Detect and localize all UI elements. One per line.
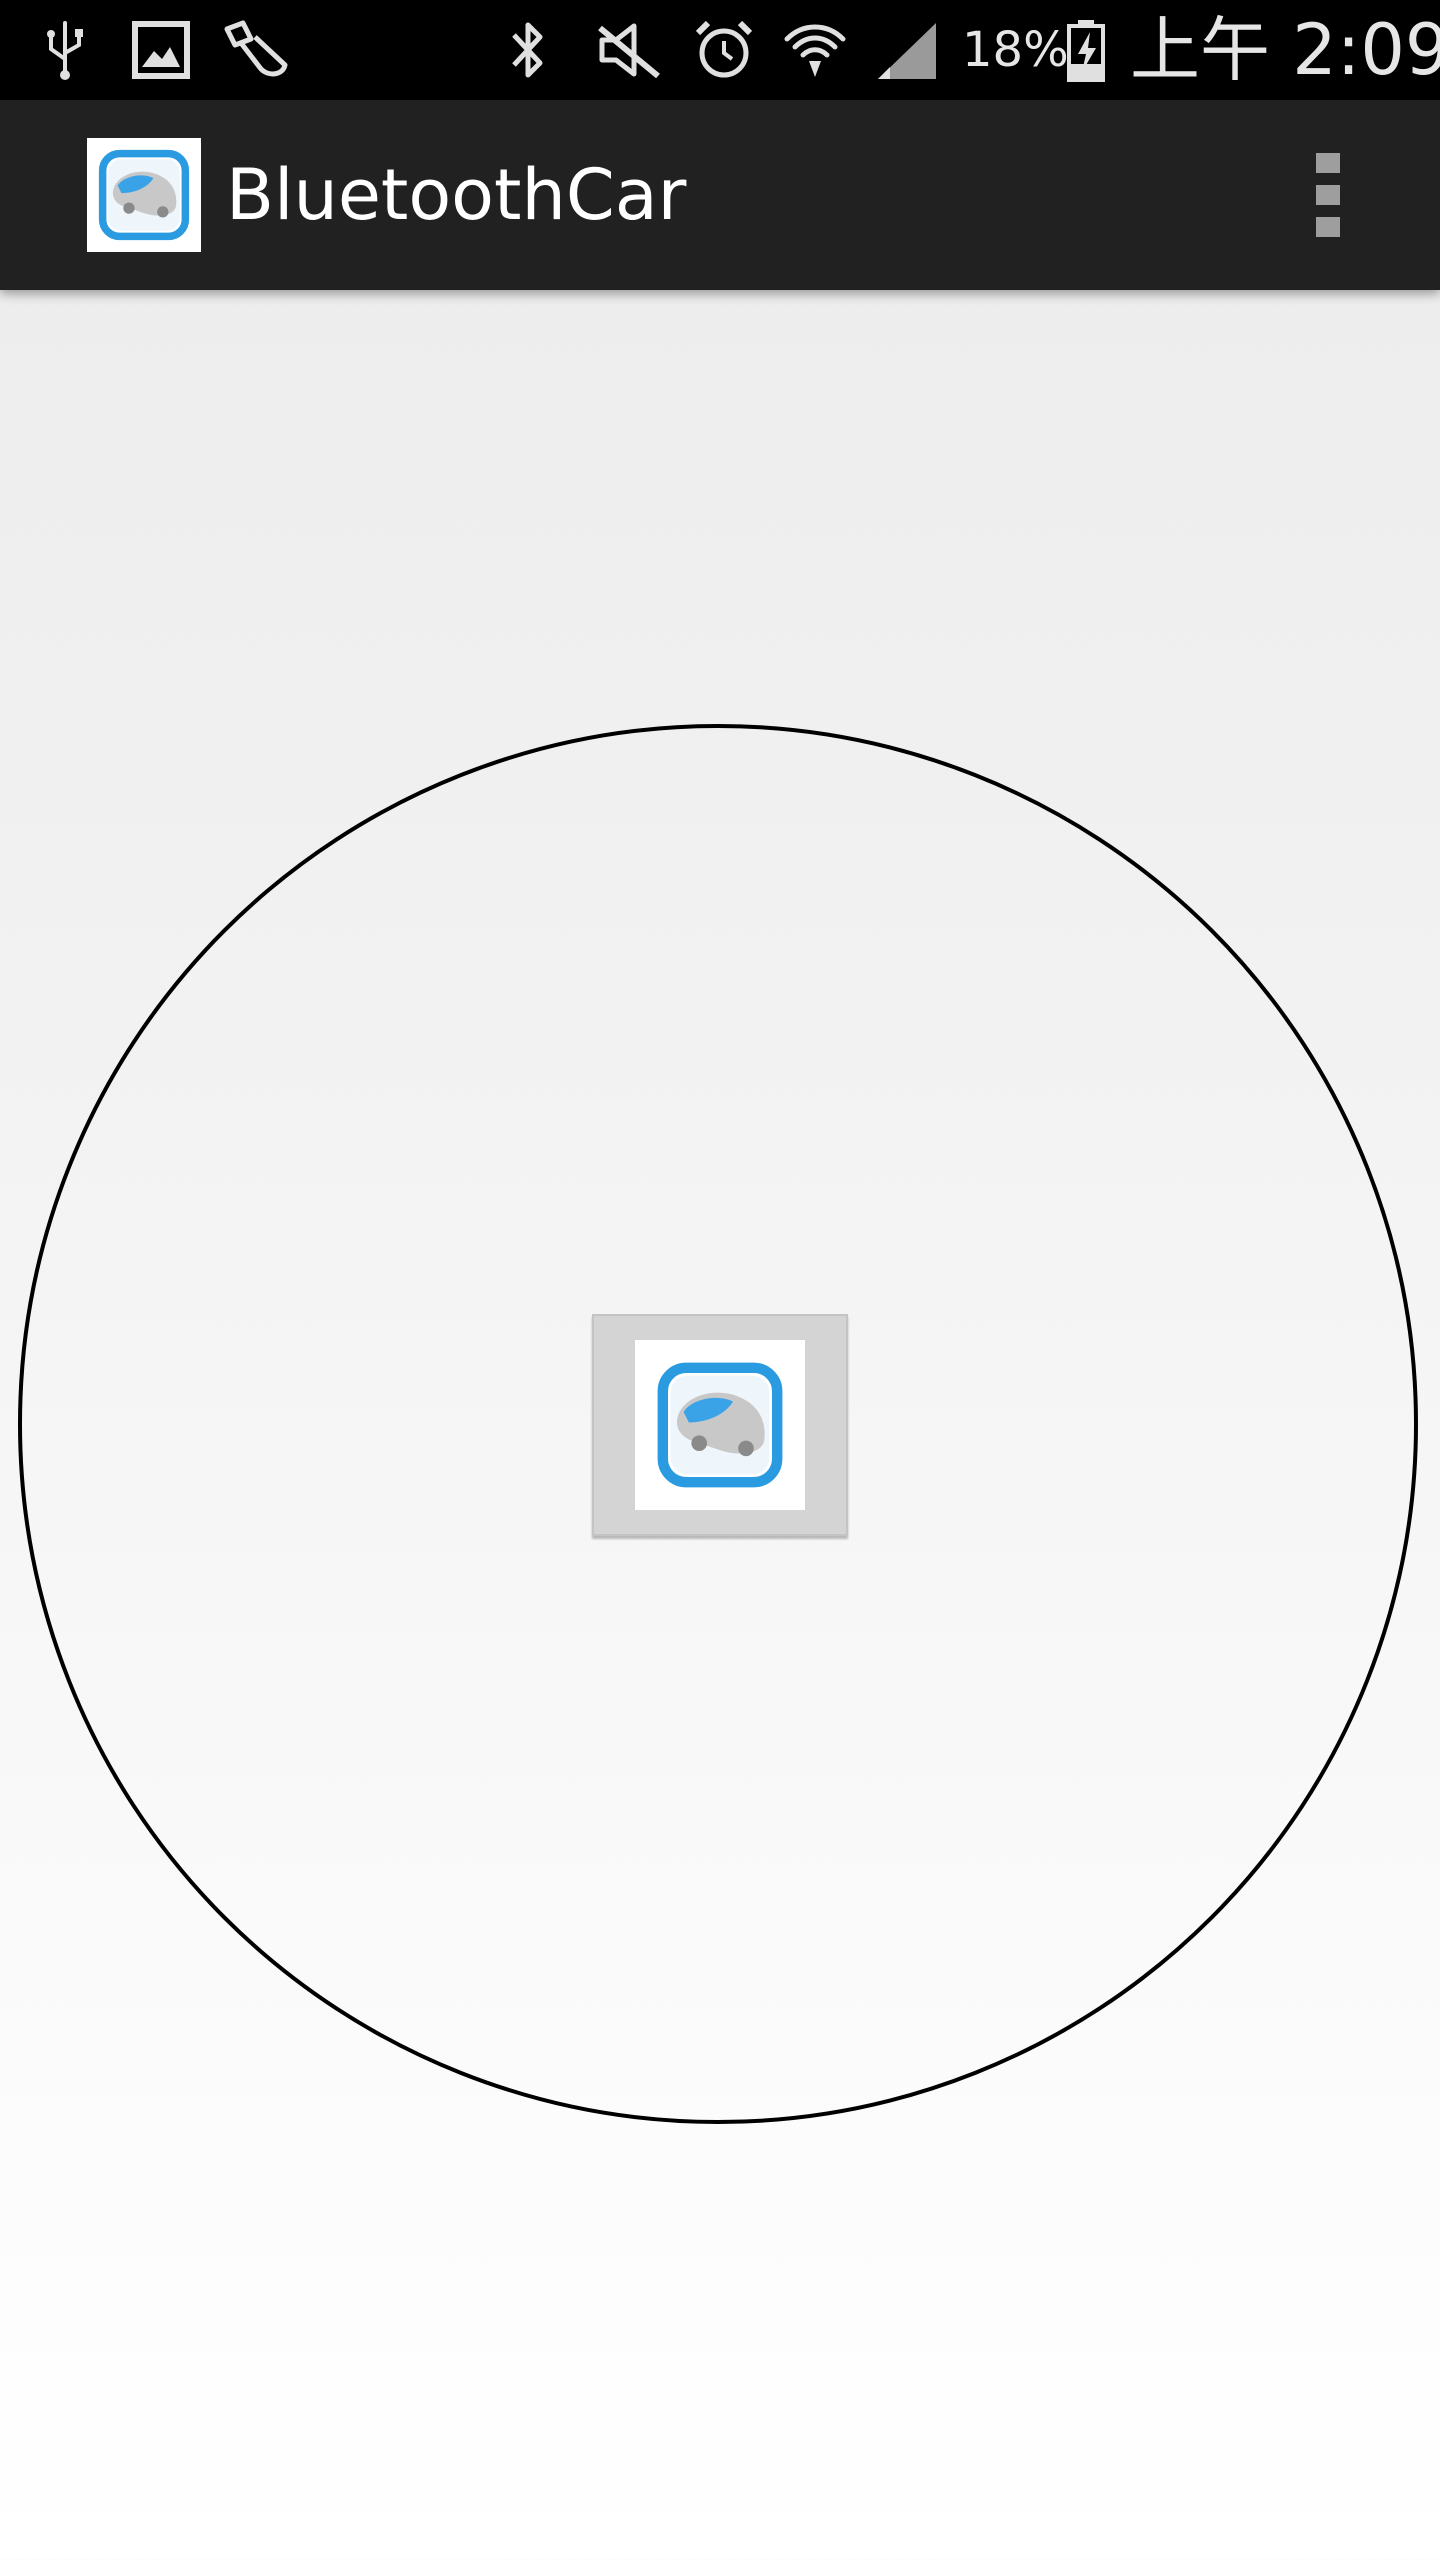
overflow-dot: [1316, 185, 1340, 205]
joystick-knob[interactable]: [592, 1314, 848, 1536]
gallery-icon: [130, 18, 192, 82]
app-logo-icon[interactable]: [87, 138, 201, 252]
cleaner-icon: [220, 18, 292, 82]
knob-icon-frame: [635, 1340, 805, 1510]
overflow-dot: [1316, 217, 1340, 237]
bluetooth-car-logo-icon: [657, 1362, 783, 1488]
alarm-icon: [690, 18, 758, 82]
app-title: BluetoothCar: [226, 154, 687, 236]
status-bar: 18% 上午 2:09: [0, 0, 1440, 100]
battery-charging-icon: [1062, 18, 1110, 82]
overflow-menu-icon[interactable]: [1296, 140, 1360, 250]
mute-icon: [594, 18, 664, 82]
action-bar: BluetoothCar: [0, 100, 1440, 290]
bluetooth-icon: [502, 18, 554, 82]
usb-icon: [40, 18, 90, 82]
overflow-dot: [1316, 153, 1340, 173]
clock-time: 上午 2:09: [1130, 9, 1440, 91]
battery-percentage: 18%: [962, 22, 1069, 78]
signal-icon: [872, 18, 942, 82]
wifi-icon: [782, 18, 848, 82]
